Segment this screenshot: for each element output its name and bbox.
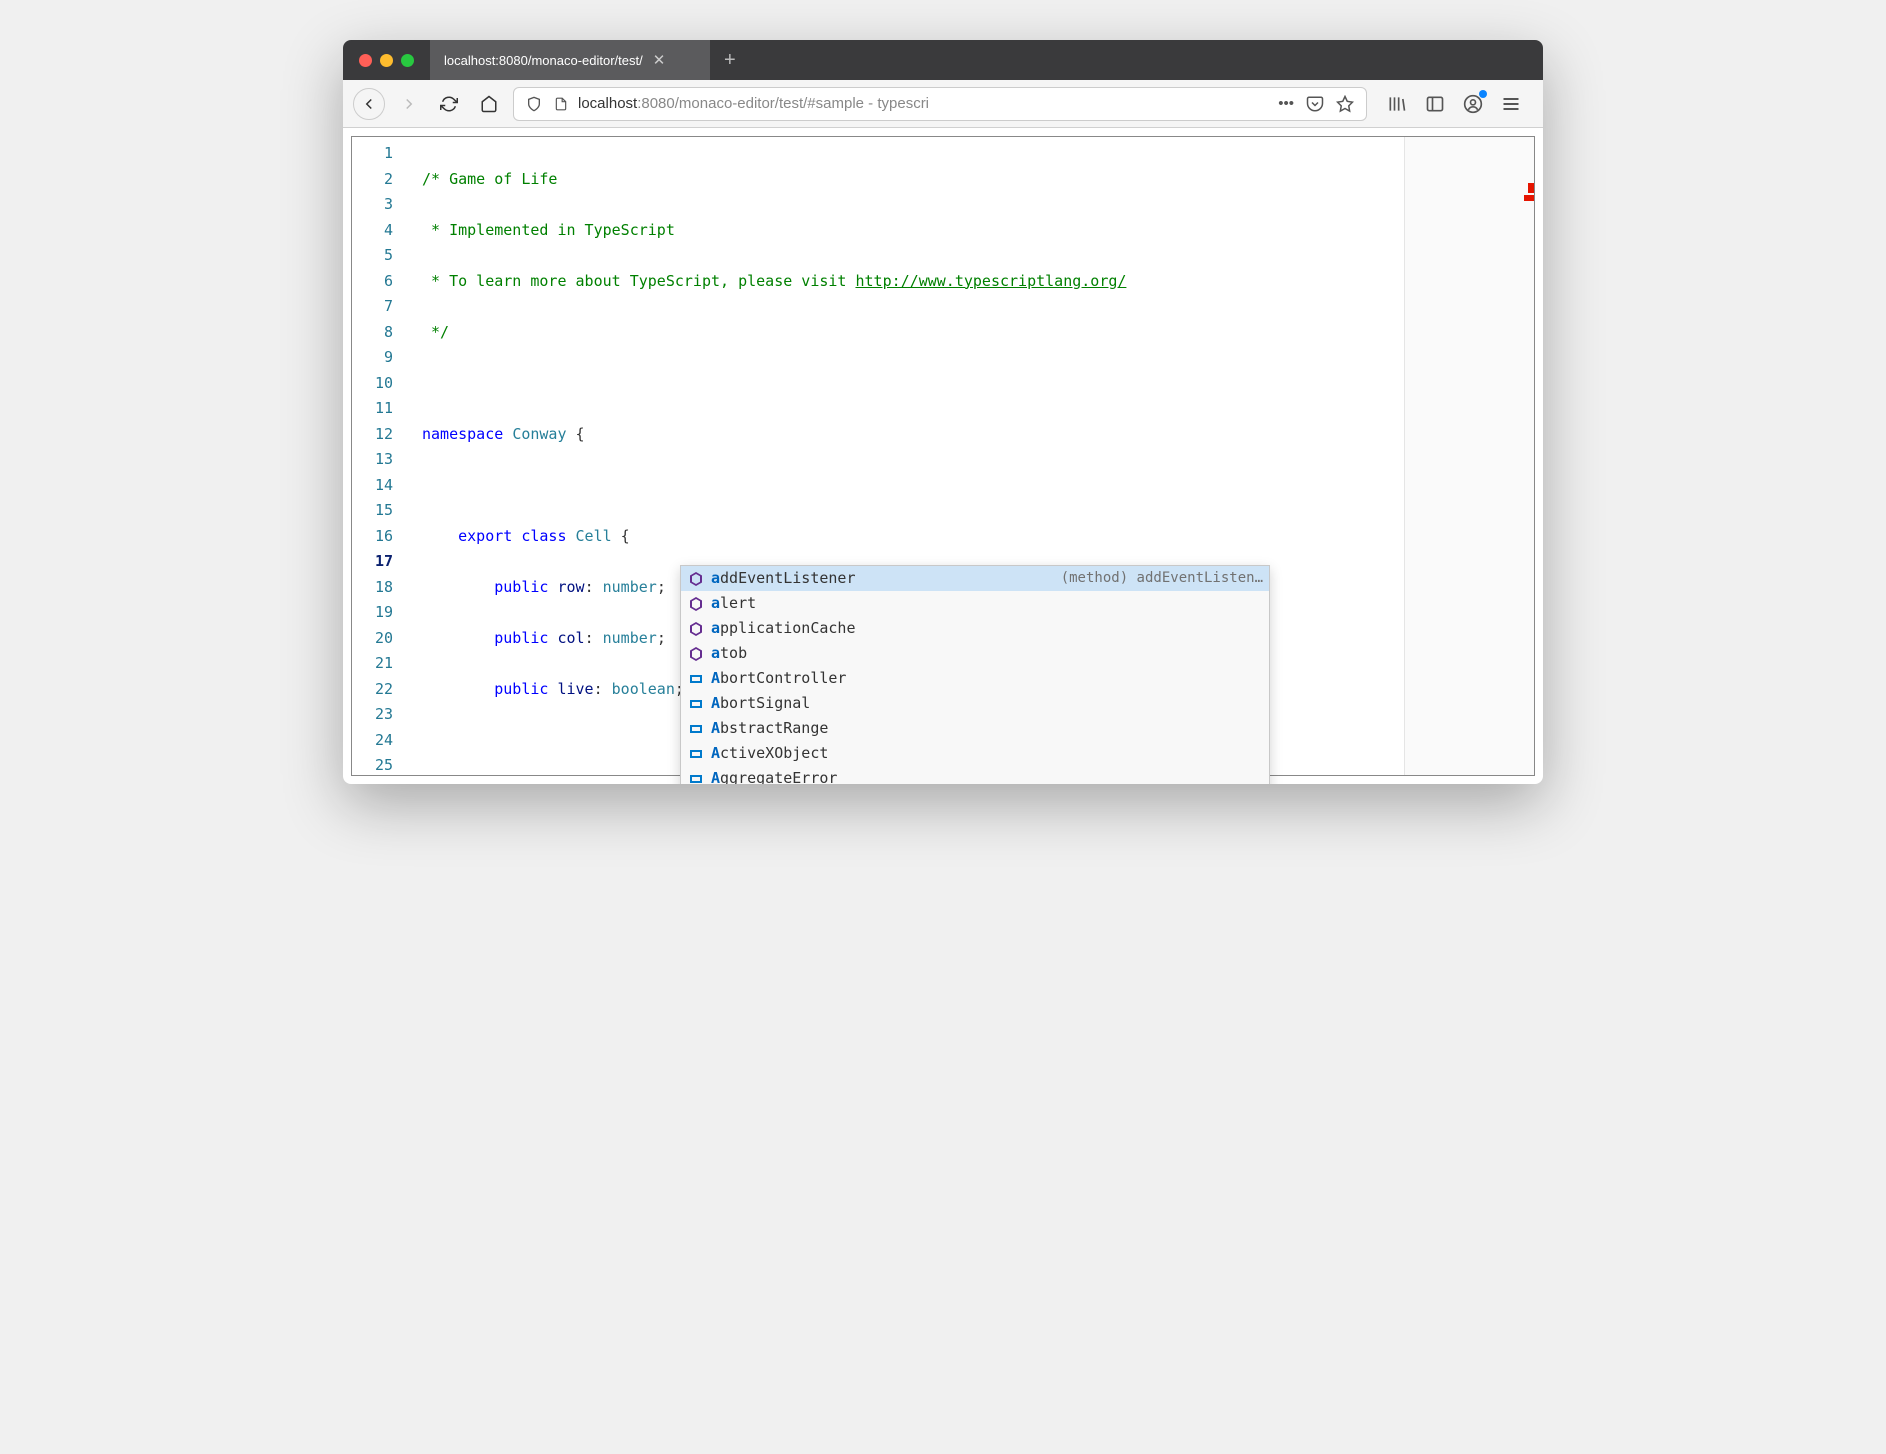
close-tab-icon[interactable]: ✕: [653, 51, 666, 69]
line-number: 23: [352, 702, 393, 728]
close-window-button[interactable]: [359, 54, 372, 67]
overview-ruler: [1520, 137, 1534, 775]
line-number: 1: [352, 141, 393, 167]
intellisense-popup[interactable]: addEventListener (method) addEventListen……: [680, 565, 1270, 784]
minimap[interactable]: [1404, 137, 1534, 775]
hamburger-menu-icon[interactable]: [1499, 92, 1523, 116]
line-number: 15: [352, 498, 393, 524]
code-content[interactable]: /* Game of Life * Implemented in TypeScr…: [408, 137, 1404, 775]
line-number: 8: [352, 320, 393, 346]
error-marker: [1524, 195, 1534, 201]
variable-icon: [687, 770, 705, 785]
method-icon: [687, 595, 705, 613]
account-icon[interactable]: [1461, 92, 1485, 116]
traffic-lights: [343, 54, 430, 67]
line-number: 9: [352, 345, 393, 371]
new-tab-button[interactable]: +: [710, 49, 750, 72]
variable-icon: [687, 745, 705, 763]
suggest-label: AbortController: [711, 666, 846, 692]
library-icon[interactable]: [1385, 92, 1409, 116]
sidebar-icon[interactable]: [1423, 92, 1447, 116]
suggest-item[interactable]: alert: [681, 591, 1269, 616]
line-gutter: 1234567891011121314151617181920212223242…: [352, 137, 408, 775]
tab-title: localhost:8080/monaco-editor/test/: [444, 53, 643, 68]
home-button[interactable]: [473, 88, 505, 120]
line-number: 20: [352, 626, 393, 652]
suggest-label: applicationCache: [711, 616, 856, 642]
suggest-item[interactable]: AbortSignal: [681, 691, 1269, 716]
line-number: 14: [352, 473, 393, 499]
code-editor[interactable]: 1234567891011121314151617181920212223242…: [351, 136, 1535, 776]
line-number: 16: [352, 524, 393, 550]
pocket-icon[interactable]: [1304, 93, 1326, 115]
line-number: 7: [352, 294, 393, 320]
url-text: localhost:8080/monaco-editor/test/#sampl…: [578, 95, 1268, 112]
suggest-item[interactable]: AbortController: [681, 666, 1269, 691]
line-number: 25: [352, 753, 393, 779]
line-number: 5: [352, 243, 393, 269]
line-number: 2: [352, 167, 393, 193]
suggest-label: AbortSignal: [711, 691, 810, 717]
method-icon: [687, 570, 705, 588]
back-button[interactable]: [353, 88, 385, 120]
variable-icon: [687, 720, 705, 738]
line-number: 18: [352, 575, 393, 601]
url-bar[interactable]: localhost:8080/monaco-editor/test/#sampl…: [513, 87, 1367, 121]
line-number: 3: [352, 192, 393, 218]
suggest-label: AbstractRange: [711, 716, 828, 742]
line-number: 12: [352, 422, 393, 448]
reload-button[interactable]: [433, 88, 465, 120]
bookmark-star-icon[interactable]: [1334, 93, 1356, 115]
browser-tab[interactable]: localhost:8080/monaco-editor/test/ ✕: [430, 40, 710, 80]
browser-toolbar: localhost:8080/monaco-editor/test/#sampl…: [343, 80, 1543, 128]
suggest-item[interactable]: applicationCache: [681, 616, 1269, 641]
method-icon: [687, 620, 705, 638]
page-info-icon[interactable]: [552, 94, 570, 114]
line-number: 10: [352, 371, 393, 397]
titlebar: localhost:8080/monaco-editor/test/ ✕ +: [343, 40, 1543, 80]
suggest-item[interactable]: AggregateError: [681, 766, 1269, 784]
variable-icon: [687, 695, 705, 713]
suggest-label: alert: [711, 591, 756, 617]
line-number: 11: [352, 396, 393, 422]
line-number: 24: [352, 728, 393, 754]
suggest-item[interactable]: atob: [681, 641, 1269, 666]
suggest-item[interactable]: addEventListener (method) addEventListen…: [681, 566, 1269, 591]
line-number: 21: [352, 651, 393, 677]
suggest-label: addEventListener: [711, 566, 856, 592]
line-number: 22: [352, 677, 393, 703]
suggest-detail: (method) addEventListen…: [1061, 566, 1263, 592]
page-actions-icon[interactable]: •••: [1276, 93, 1296, 114]
line-number: 4: [352, 218, 393, 244]
method-icon: [687, 645, 705, 663]
shield-icon[interactable]: [524, 94, 544, 114]
browser-window: localhost:8080/monaco-editor/test/ ✕ + l: [343, 40, 1543, 784]
typescript-link[interactable]: http://www.typescriptlang.org/: [855, 272, 1126, 290]
line-number: 13: [352, 447, 393, 473]
variable-icon: [687, 670, 705, 688]
suggest-item[interactable]: AbstractRange: [681, 716, 1269, 741]
maximize-window-button[interactable]: [401, 54, 414, 67]
line-number: 19: [352, 600, 393, 626]
toolbar-right: [1375, 92, 1533, 116]
minimize-window-button[interactable]: [380, 54, 393, 67]
line-number: 17: [352, 549, 393, 575]
suggest-label: atob: [711, 641, 747, 667]
forward-button[interactable]: [393, 88, 425, 120]
suggest-label: ActiveXObject: [711, 741, 828, 767]
suggest-item[interactable]: ActiveXObject: [681, 741, 1269, 766]
suggest-label: AggregateError: [711, 766, 837, 784]
line-number: 6: [352, 269, 393, 295]
